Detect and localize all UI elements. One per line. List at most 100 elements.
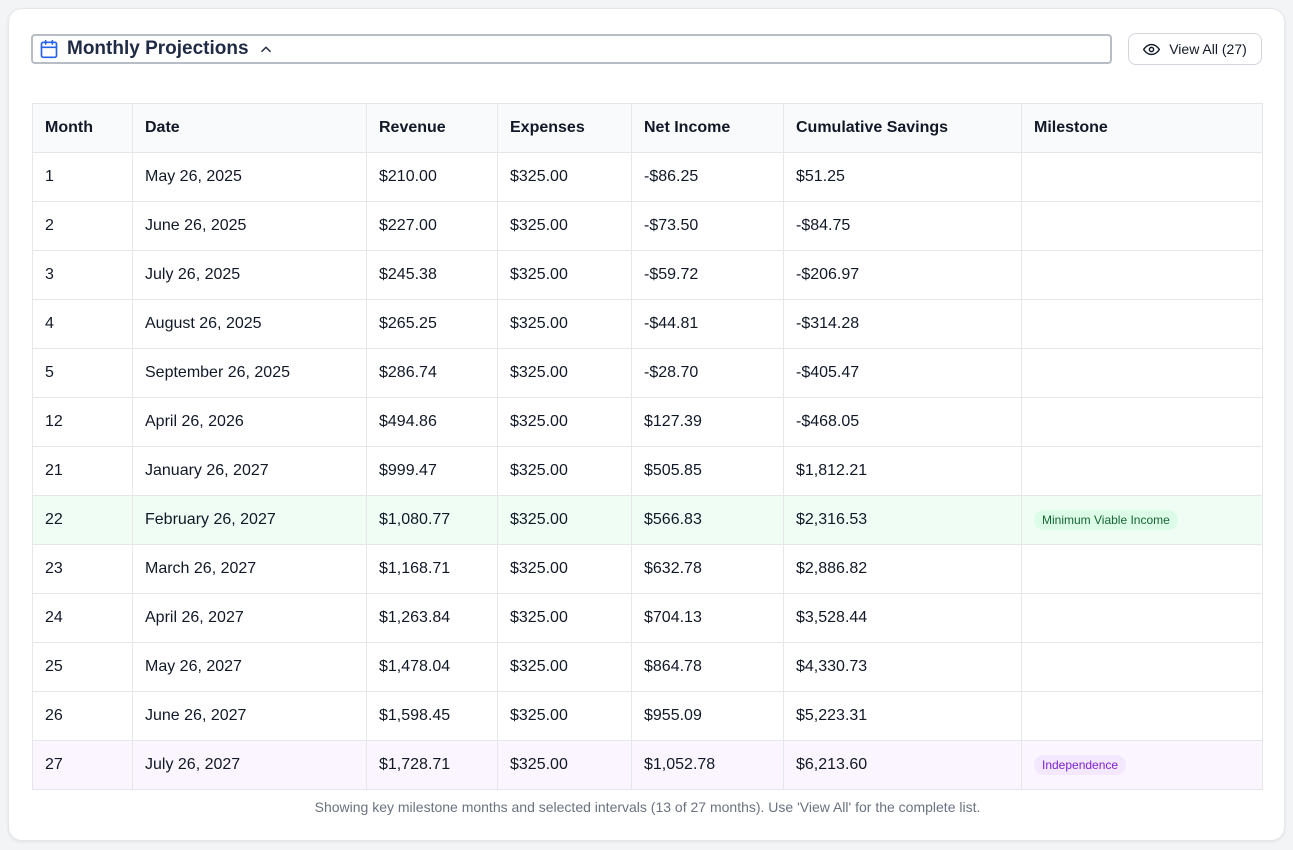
cell-milestone	[1021, 691, 1263, 741]
cell-revenue: $999.47	[366, 446, 498, 496]
table-footer-note: Showing key milestone months and selecte…	[314, 799, 981, 815]
cell-month: 3	[32, 250, 133, 300]
cell-net-income: -$59.72	[631, 250, 784, 300]
cell-cumulative-savings: -$468.05	[783, 397, 1022, 447]
cell-month: 4	[32, 299, 133, 349]
table-row-milestone: 27 July 26, 2027 $1,728.71 $325.00 $1,05…	[32, 740, 1263, 790]
cell-revenue: $265.25	[366, 299, 498, 349]
cell-month: 5	[32, 348, 133, 398]
table-row: 26 June 26, 2027 $1,598.45 $325.00 $955.…	[32, 691, 1263, 741]
cell-revenue: $1,168.71	[366, 544, 498, 594]
cell-date: March 26, 2027	[132, 544, 367, 594]
table-row-milestone: 22 February 26, 2027 $1,080.77 $325.00 $…	[32, 495, 1263, 545]
cell-date: January 26, 2027	[132, 446, 367, 496]
cell-revenue: $286.74	[366, 348, 498, 398]
projections-header-toggle[interactable]: Monthly Projections	[31, 34, 1112, 64]
cell-month: 24	[32, 593, 133, 643]
cell-milestone	[1021, 397, 1263, 447]
table-header-row: Month Date Revenue Expenses Net Income C…	[32, 103, 1263, 153]
chevron-up-icon	[259, 42, 273, 56]
cell-expenses: $325.00	[497, 691, 632, 741]
table-row: 4 August 26, 2025 $265.25 $325.00 -$44.8…	[32, 299, 1263, 349]
table-row: 3 July 26, 2025 $245.38 $325.00 -$59.72 …	[32, 250, 1263, 300]
cell-milestone	[1021, 544, 1263, 594]
cell-cumulative-savings: -$405.47	[783, 348, 1022, 398]
cell-expenses: $325.00	[497, 544, 632, 594]
cell-revenue: $227.00	[366, 201, 498, 251]
cell-cumulative-savings: -$314.28	[783, 299, 1022, 349]
cell-month: 12	[32, 397, 133, 447]
cell-net-income: $704.13	[631, 593, 784, 643]
cell-date: May 26, 2027	[132, 642, 367, 692]
cell-milestone	[1021, 201, 1263, 251]
calendar-icon	[39, 39, 59, 59]
cell-milestone: Minimum Viable Income	[1021, 495, 1263, 545]
cell-revenue: $1,728.71	[366, 740, 498, 790]
cell-expenses: $325.00	[497, 397, 632, 447]
cell-date: September 26, 2025	[132, 348, 367, 398]
cell-date: April 26, 2026	[132, 397, 367, 447]
cell-month: 25	[32, 642, 133, 692]
column-header-revenue: Revenue	[366, 103, 498, 153]
cell-month: 27	[32, 740, 133, 790]
cell-milestone	[1021, 250, 1263, 300]
milestone-badge: Minimum Viable Income	[1034, 510, 1178, 530]
cell-month: 26	[32, 691, 133, 741]
cell-revenue: $1,080.77	[366, 495, 498, 545]
cell-date: February 26, 2027	[132, 495, 367, 545]
cell-net-income: $632.78	[631, 544, 784, 594]
cell-revenue: $245.38	[366, 250, 498, 300]
cell-net-income: -$73.50	[631, 201, 784, 251]
cell-revenue: $1,598.45	[366, 691, 498, 741]
cell-cumulative-savings: $4,330.73	[783, 642, 1022, 692]
cell-expenses: $325.00	[497, 152, 632, 202]
cell-month: 2	[32, 201, 133, 251]
cell-expenses: $325.00	[497, 740, 632, 790]
cell-revenue: $210.00	[366, 152, 498, 202]
cell-expenses: $325.00	[497, 250, 632, 300]
cell-net-income: $955.09	[631, 691, 784, 741]
cell-milestone	[1021, 152, 1263, 202]
cell-expenses: $325.00	[497, 593, 632, 643]
projections-table-container: Month Date Revenue Expenses Net Income C…	[32, 103, 1263, 790]
cell-revenue: $494.86	[366, 397, 498, 447]
cell-milestone	[1021, 446, 1263, 496]
column-header-expenses: Expenses	[497, 103, 632, 153]
projections-table: Month Date Revenue Expenses Net Income C…	[32, 103, 1263, 790]
view-all-button[interactable]: View All (27)	[1128, 33, 1262, 65]
cell-expenses: $325.00	[497, 201, 632, 251]
table-row: 5 September 26, 2025 $286.74 $325.00 -$2…	[32, 348, 1263, 398]
cell-net-income: $505.85	[631, 446, 784, 496]
cell-date: August 26, 2025	[132, 299, 367, 349]
cell-net-income: -$86.25	[631, 152, 784, 202]
cell-milestone	[1021, 593, 1263, 643]
column-header-date: Date	[132, 103, 367, 153]
cell-net-income: $127.39	[631, 397, 784, 447]
table-row: 1 May 26, 2025 $210.00 $325.00 -$86.25 $…	[32, 152, 1263, 202]
cell-date: June 26, 2027	[132, 691, 367, 741]
cell-expenses: $325.00	[497, 642, 632, 692]
cell-month: 23	[32, 544, 133, 594]
cell-month: 1	[32, 152, 133, 202]
cell-net-income: -$28.70	[631, 348, 784, 398]
cell-cumulative-savings: $2,316.53	[783, 495, 1022, 545]
cell-cumulative-savings: -$206.97	[783, 250, 1022, 300]
cell-milestone	[1021, 348, 1263, 398]
table-row: 25 May 26, 2027 $1,478.04 $325.00 $864.7…	[32, 642, 1263, 692]
table-row: 23 March 26, 2027 $1,168.71 $325.00 $632…	[32, 544, 1263, 594]
projections-card: Monthly Projections View All (27) Month …	[8, 8, 1285, 841]
cell-revenue: $1,263.84	[366, 593, 498, 643]
table-row: 2 June 26, 2025 $227.00 $325.00 -$73.50 …	[32, 201, 1263, 251]
cell-milestone	[1021, 642, 1263, 692]
cell-month: 21	[32, 446, 133, 496]
cell-expenses: $325.00	[497, 348, 632, 398]
cell-month: 22	[32, 495, 133, 545]
cell-milestone	[1021, 299, 1263, 349]
cell-milestone: Independence	[1021, 740, 1263, 790]
cell-net-income: -$44.81	[631, 299, 784, 349]
cell-expenses: $325.00	[497, 495, 632, 545]
cell-net-income: $1,052.78	[631, 740, 784, 790]
cell-date: June 26, 2025	[132, 201, 367, 251]
eye-icon	[1143, 41, 1161, 58]
cell-cumulative-savings: $5,223.31	[783, 691, 1022, 741]
